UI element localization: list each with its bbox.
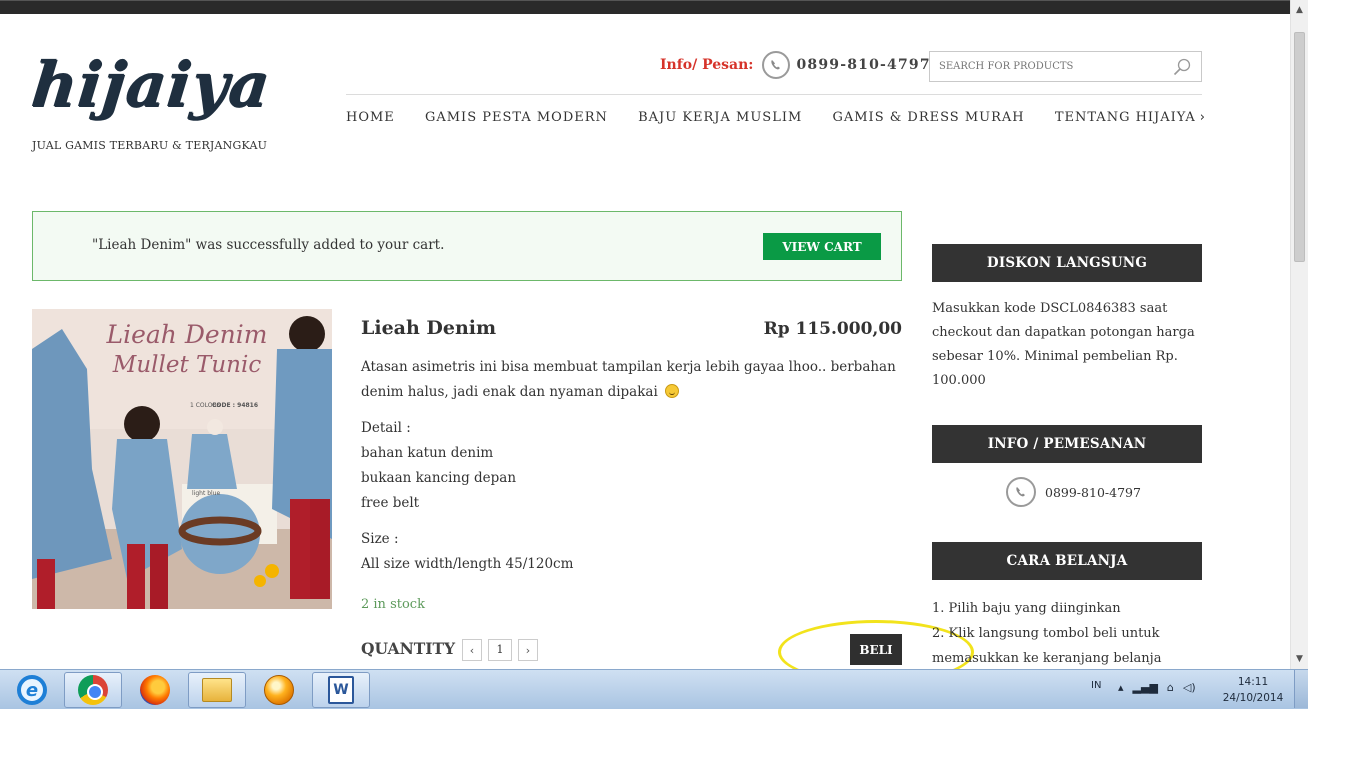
detail-label: Detail :: [361, 420, 411, 436]
firefox-icon: [140, 675, 170, 705]
chevron-right-icon: ›: [1199, 110, 1206, 125]
size-label: Size :: [361, 531, 399, 547]
nav-item-gamis-pesta-modern[interactable]: GAMIS PESTA MODERN: [425, 110, 608, 130]
system-clock[interactable]: 14:11 24/10/2014: [1218, 674, 1288, 706]
nav-item-gamis-dress-murah[interactable]: GAMIS & DRESS MURAH: [832, 110, 1024, 130]
sidebar-contact: 0899-810-4797: [1006, 477, 1141, 507]
sidebar-heading-cara-belanja: CARA BELANJA: [932, 542, 1202, 580]
site-tagline: JUAL GAMIS TERBARU & TERJANGKAU: [32, 139, 268, 152]
tray-expand-icon[interactable]: ▴: [1118, 681, 1124, 694]
cart-success-notice: "Lieah Denim" was successfully added to …: [32, 211, 902, 281]
step-item: 1. Pilih baju yang diinginkan: [932, 601, 1121, 616]
size-value: All size width/length 45/120cm: [361, 556, 574, 572]
product-price: Rp 115.000,00: [763, 319, 902, 339]
search-input[interactable]: [930, 52, 1165, 81]
header-phone: 0899-810-4797: [796, 57, 931, 73]
nav-item-label: TENTANG HIJAIYA: [1054, 110, 1196, 125]
quantity-label: QUANTITY: [361, 639, 456, 658]
product-size: Size : All size width/length 45/120cm: [361, 527, 573, 577]
system-tray: ▴ ▂▄▆ ⌂ ◁): [1118, 681, 1196, 694]
image-caption-line-1: Lieah Denim: [106, 320, 268, 349]
scrollbar-thumb[interactable]: [1294, 32, 1305, 262]
clock-date: 24/10/2014: [1222, 692, 1284, 704]
sidebar-heading-info: INFO / PEMESANAN: [932, 425, 1202, 463]
taskbar-explorer[interactable]: [188, 672, 246, 708]
taskbar-chrome[interactable]: [64, 672, 122, 708]
quantity-decrease-button[interactable]: ‹: [462, 639, 482, 661]
step-item: 2. Klik langsung tombol beli untuk: [932, 626, 1160, 641]
search-icon[interactable]: [1173, 58, 1191, 76]
sidebar-phone: 0899-810-4797: [1045, 484, 1141, 500]
detail-item: bahan katun denim: [361, 445, 494, 461]
nav-item-tentang-hijaiya[interactable]: TENTANG HIJAIYA ›: [1055, 110, 1206, 130]
word-icon: W: [328, 676, 354, 704]
image-swatch-text: light blue: [192, 490, 220, 497]
internet-explorer-icon: e: [17, 675, 47, 705]
info-label: Info/ Pesan:: [660, 57, 754, 73]
notice-message: "Lieah Denim" was successfully added to …: [92, 237, 445, 253]
stock-status: 2 in stock: [361, 597, 425, 612]
header-contact: Info/ Pesan: 0899-810-4797: [660, 50, 931, 80]
detail-item: free belt: [361, 495, 420, 511]
language-indicator[interactable]: IN: [1091, 680, 1101, 691]
whatsapp-icon: [1006, 477, 1036, 507]
browser-viewport: hijaiya JUAL GAMIS TERBARU & TERJANGKAU …: [0, 0, 1308, 669]
smiley-icon: [665, 384, 680, 398]
usb-icon[interactable]: ⌂: [1167, 681, 1174, 694]
taskbar-firefox[interactable]: [126, 672, 184, 708]
product-description: Atasan asimetris ini bisa membuat tampil…: [361, 355, 901, 405]
image-caption-line-2: Mullet Tunic: [112, 352, 262, 378]
sidebar-heading-diskon: DISKON LANGSUNG: [932, 244, 1202, 282]
folder-icon: [202, 678, 232, 702]
page-top-bar: [0, 0, 1290, 14]
sidebar-steps: 1. Pilih baju yang diinginkan 2. Klik la…: [932, 596, 1204, 669]
scroll-up-arrow-icon[interactable]: ▲: [1291, 2, 1308, 18]
detail-item: bukaan kancing depan: [361, 470, 517, 486]
taskbar-word[interactable]: W: [312, 672, 370, 708]
whatsapp-icon: [762, 51, 791, 79]
view-cart-button[interactable]: VIEW CART: [763, 233, 881, 260]
sidebar-diskon-text: Masukkan kode DSCL0846383 saat checkout …: [932, 301, 1195, 388]
main-nav: HOME GAMIS PESTA MODERN BAJU KERJA MUSLI…: [346, 110, 1206, 130]
product-image[interactable]: Lieah Denim Mullet Tunic 1 COLORS CODE :…: [32, 309, 332, 609]
taskbar-ie[interactable]: e: [4, 672, 60, 708]
scroll-down-arrow-icon[interactable]: ▼: [1291, 651, 1308, 667]
product-title: Lieah Denim: [361, 317, 497, 339]
logo-text: hijaiya: [28, 48, 274, 121]
product-description-text: Atasan asimetris ini bisa membuat tampil…: [361, 359, 896, 400]
signal-icon[interactable]: ▂▄▆: [1133, 681, 1158, 694]
quantity-increase-button[interactable]: ›: [518, 639, 538, 661]
taskbar-app[interactable]: [250, 672, 308, 708]
nav-divider: [346, 94, 1202, 95]
buy-button[interactable]: BELI: [850, 634, 902, 665]
image-code-text: CODE : 94816: [212, 402, 258, 409]
search-box: [929, 51, 1202, 82]
nav-item-home[interactable]: HOME: [346, 110, 395, 130]
show-desktop-button[interactable]: [1294, 670, 1308, 708]
vertical-scrollbar[interactable]: ▲ ▼: [1290, 0, 1308, 669]
nav-item-baju-kerja-muslim[interactable]: BAJU KERJA MUSLIM: [638, 110, 802, 130]
chrome-icon: [78, 675, 108, 705]
step-item: memasukkan ke keranjang belanja: [932, 651, 1162, 666]
clock-time: 14:11: [1237, 676, 1269, 688]
product-photo: Lieah Denim Mullet Tunic 1 COLORS CODE :…: [32, 309, 332, 609]
app-icon: [264, 675, 294, 705]
quantity-input[interactable]: 1: [488, 639, 512, 661]
product-details: Detail : bahan katun denim bukaan kancin…: [361, 416, 516, 516]
windows-taskbar: e W: [0, 669, 1308, 709]
volume-icon[interactable]: ◁): [1183, 681, 1196, 694]
site-logo[interactable]: hijaiya: [28, 40, 274, 135]
